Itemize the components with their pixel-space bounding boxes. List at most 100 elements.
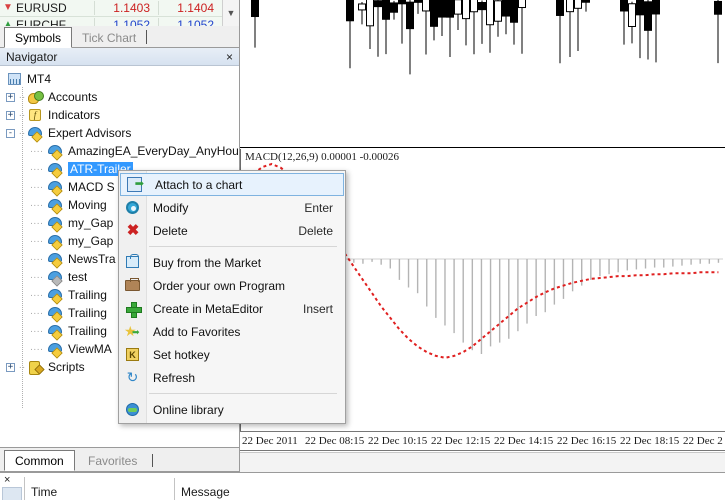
tree-connector: ···· (29, 199, 44, 211)
tree-item-label: Trailing (68, 324, 107, 338)
icon-glyph (47, 324, 64, 338)
tree-item-label: ViewMA (68, 342, 112, 356)
tab-symbols[interactable]: Symbols (4, 27, 73, 48)
time-axis-label: 22 Dec 2011 (242, 435, 298, 447)
market-watch-row[interactable]: ▲ EURCHF 1.1052 1.1052 (0, 17, 239, 26)
icon-glyph (125, 277, 140, 291)
menu-item-modify[interactable]: Modify Enter (119, 196, 345, 219)
expert-advisor-icon (47, 179, 65, 195)
macd-label: MACD(12,26,9) 0.00001 -0.00026 (245, 151, 399, 163)
market-watch-symbol: EURUSD (16, 1, 67, 15)
market-watch-ask: 1.1404 (158, 1, 222, 15)
tree-expand-icon[interactable]: + (6, 92, 15, 102)
menu-item-add-to-favorites[interactable]: ★ Add to Favorites (119, 320, 345, 343)
menu-separator (149, 393, 337, 394)
menu-item-attach-to-a-chart[interactable]: Attach to a chart (120, 173, 344, 196)
close-icon[interactable]: × (4, 474, 10, 486)
menu-item-set-hotkey[interactable]: K Set hotkey (119, 343, 345, 366)
tree-connector: ···· (29, 181, 44, 193)
navigator-tabstrip: Common Favorites (0, 448, 240, 472)
market-watch-scrollbar[interactable]: ▼ (222, 0, 239, 26)
market-watch-symbol: EURCHF (16, 18, 66, 26)
menu-item-label: Create in MetaEditor (153, 301, 264, 316)
menu-item-label: Delete (153, 223, 188, 238)
globe-icon (123, 401, 145, 419)
tree-item-indicators[interactable]: + ·· f Indicators (0, 106, 239, 124)
indicators-icon: f (27, 107, 45, 123)
tree-collapse-icon[interactable]: - (6, 128, 15, 138)
tree-item-mt4[interactable]: MT4 (0, 70, 239, 88)
menu-item-label: Order your own Program (153, 278, 286, 293)
tree-connector: ···· (29, 145, 44, 157)
column-header-time[interactable]: Time (25, 478, 175, 500)
navigator-title-text: Navigator (6, 49, 58, 64)
menu-item-order-your-own-program[interactable]: Order your own Program (119, 274, 345, 297)
menu-item-label: Add to Favorites (153, 324, 241, 339)
tree-item-amazingea-everyday-anyhou[interactable]: ···· AmazingEA_EveryDay_AnyHou (0, 142, 239, 160)
tree-connector: ·· (18, 361, 26, 373)
expert-advisor-icon (47, 305, 65, 321)
menu-item-refresh[interactable]: ↻ Refresh (119, 366, 345, 389)
market-watch-panel: ▼ EURUSD 1.1403 1.1404 ▲ EURCHF 1.1052 1… (0, 0, 240, 26)
tree-expand-icon[interactable]: + (6, 362, 15, 372)
price-chart-pane[interactable] (240, 0, 725, 148)
time-axis-label: 22 Dec 2 (683, 435, 723, 447)
navigator-titlebar: Navigator × (0, 48, 239, 66)
tree-expand-icon[interactable]: + (6, 110, 15, 120)
tab-common[interactable]: Common (4, 450, 75, 471)
close-icon[interactable]: × (226, 49, 233, 65)
icon-glyph: ✖ (126, 221, 140, 239)
tree-connector: ·· (18, 127, 26, 139)
tree-item-accounts[interactable]: + ·· Accounts (0, 88, 239, 106)
icon-glyph (126, 402, 139, 416)
tree-item-label: Moving (68, 198, 107, 212)
icon-glyph: ★ (124, 324, 140, 339)
menu-item-shortcut: Enter (304, 200, 333, 215)
tree-connector: ···· (29, 343, 44, 355)
price-down-arrow-icon: ▼ (3, 2, 13, 13)
time-axis: 22 Dec 2011 22 Dec 08:15 22 Dec 10:15 22 De… (240, 431, 725, 451)
icon-glyph (126, 301, 142, 318)
terminal-sidebar (2, 487, 22, 500)
tree-connector: ···· (29, 307, 44, 319)
menu-item-delete[interactable]: ✖ Delete Delete (119, 219, 345, 242)
candlestick-chart (251, 0, 722, 75)
tree-item-label: MT4 (27, 72, 51, 86)
icon-glyph (126, 253, 139, 268)
menu-separator (149, 246, 337, 247)
icon-glyph (28, 360, 43, 375)
tree-item-label: my_Gap (68, 216, 114, 230)
star-icon: ★ (123, 323, 145, 341)
expert-advisor-icon (47, 341, 65, 357)
market-watch-row[interactable]: ▼ EURUSD 1.1403 1.1404 (0, 0, 239, 17)
market-watch-ask: 1.1052 (158, 18, 222, 26)
expert-advisor-icon (47, 197, 65, 213)
menu-item-create-in-metaeditor[interactable]: Create in MetaEditor Insert (119, 297, 345, 320)
shopping-bag-icon (123, 253, 145, 272)
icon-glyph: K (126, 347, 139, 361)
scripts-icon (27, 359, 45, 375)
market-watch-bid: 1.1403 (94, 1, 158, 15)
tree-item-expert-advisors[interactable]: - ·· Expert Advisors (0, 124, 239, 142)
icon-glyph (47, 180, 64, 194)
icon-glyph (47, 162, 64, 176)
expert-advisor-icon (47, 269, 65, 285)
tab-tick-chart[interactable]: Tick Chart (72, 27, 146, 48)
expert-advisor-icon (47, 251, 65, 267)
menu-item-buy-from-the-market[interactable]: Buy from the Market (119, 251, 345, 274)
tree-connector: ·· (18, 91, 26, 103)
icon-glyph (47, 216, 64, 230)
market-watch-bid: 1.1052 (94, 18, 158, 26)
icon-glyph (126, 200, 139, 214)
tree-connector: ···· (29, 217, 44, 229)
tree-connector: ···· (29, 271, 44, 283)
tree-item-label: Trailing (68, 306, 107, 320)
tab-favorites[interactable]: Favorites (78, 450, 147, 471)
menu-item-online-library[interactable]: Online library (119, 398, 345, 421)
menu-item-label: Attach to a chart (155, 177, 243, 192)
column-header-message[interactable]: Message (175, 478, 475, 500)
refresh-icon: ↻ (123, 369, 145, 387)
tree-item-label: NewsTra (68, 252, 116, 266)
tree-connector: ···· (29, 235, 44, 247)
time-axis-label: 22 Dec 12:15 (431, 435, 491, 447)
